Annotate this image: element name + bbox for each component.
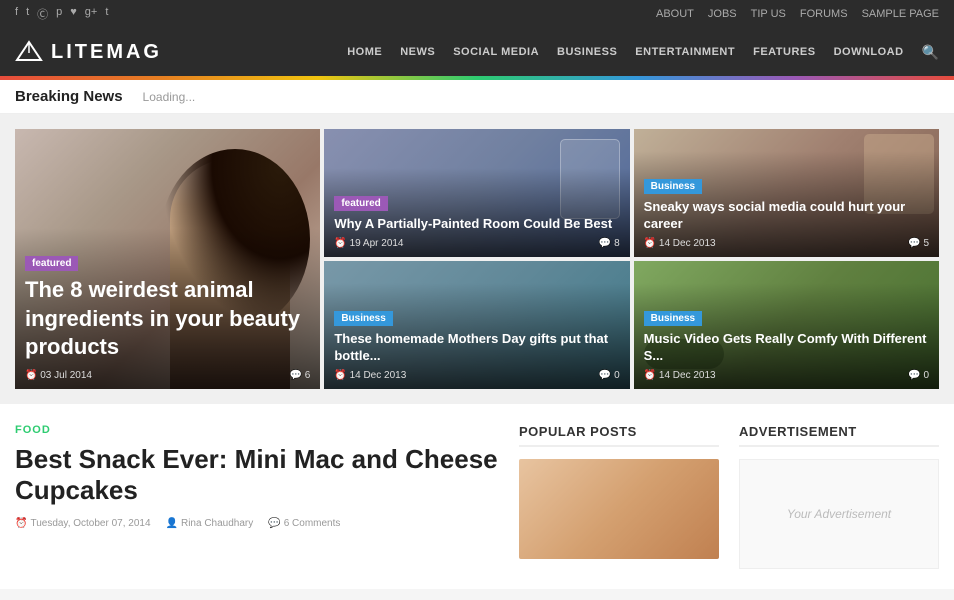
main-card-overlay: featured The 8 weirdest animal ingredien… [15,228,320,389]
card2-date: ⏰ 14 Dec 2013 [644,238,716,249]
sample-page-link[interactable]: Sample Page [862,8,939,20]
nav-business[interactable]: Business [557,46,617,58]
forums-link[interactable]: Forums [800,8,848,20]
article-meta: ⏰ Tuesday, October 07, 2014 👤 Rina Chaud… [15,518,499,529]
popular-posts-sidebar: Popular Posts [519,424,719,569]
social-links: f t Ⓒ p ♥ g+ t [15,6,108,22]
card1-overlay: featured Why A Partially-Painted Room Co… [324,168,629,257]
article-date-icon: ⏰ Tuesday, October 07, 2014 [15,518,151,529]
card2-overlay: Business Sneaky ways social media could … [634,151,939,257]
jobs-link[interactable]: Jobs [708,8,737,20]
main-card-badge: featured [25,256,78,271]
nav-home[interactable]: Home [347,46,382,58]
ad-box[interactable]: Your Advertisement [739,459,939,569]
content-section: Food Best Snack Ever: Mini Mac and Chees… [0,404,954,589]
advertisement-sidebar: Advertisement Your Advertisement [739,424,939,569]
breaking-news-ticker: Loading... [143,90,196,104]
nav-social-media[interactable]: Social Media [453,46,539,58]
search-icon[interactable]: 🔍 [922,44,939,61]
nav-entertainment[interactable]: Entertainment [635,46,735,58]
card3-meta: ⏰ 14 Dec 2013 💬 0 [334,370,619,381]
featured-card-3[interactable]: Business These homemade Mothers Day gift… [324,261,629,389]
logo-icon [15,38,43,66]
card3-badge: Business [334,311,392,326]
nav-download[interactable]: Download [834,46,904,58]
card3-title: These homemade Mothers Day gifts put tha… [334,331,619,365]
featured-card-1[interactable]: featured Why A Partially-Painted Room Co… [324,129,629,257]
header: LITEMAG Home News Social Media Business … [0,28,954,76]
facebook-link[interactable]: f [15,6,18,22]
card1-badge: featured [334,196,387,211]
popular-post-image[interactable] [519,459,719,559]
featured-section: featured The 8 weirdest animal ingredien… [0,114,954,404]
card1-title: Why A Partially-Painted Room Could Be Be… [334,216,619,233]
about-link[interactable]: About [656,8,694,20]
main-card-meta: ⏰ 03 Jul 2014 💬 6 [25,370,310,381]
advertisement-title: Advertisement [739,424,939,447]
heart-link[interactable]: ♥ [70,6,77,22]
card3-overlay: Business These homemade Mothers Day gift… [324,283,629,389]
featured-card-2[interactable]: Business Sneaky ways social media could … [634,129,939,257]
breaking-news-label: Breaking News [15,88,123,105]
tip-us-link[interactable]: Tip Us [751,8,786,20]
article-comments-icon: 💬 6 Comments [268,518,340,529]
card4-comments: 💬 0 [908,370,929,381]
article-author-icon: 👤 Rina Chaudhary [166,518,254,529]
card4-meta: ⏰ 14 Dec 2013 💬 0 [644,370,929,381]
card1-date: ⏰ 19 Apr 2014 [334,238,403,249]
main-article: Food Best Snack Ever: Mini Mac and Chees… [15,424,499,569]
main-card-date: ⏰ 03 Jul 2014 [25,370,92,381]
article-title[interactable]: Best Snack Ever: Mini Mac and Cheese Cup… [15,444,499,506]
card1-comments: 💬 8 [599,238,620,249]
featured-grid: featured The 8 weirdest animal ingredien… [15,129,939,389]
featured-card-4[interactable]: Business Music Video Gets Really Comfy W… [634,261,939,389]
top-nav: About Jobs Tip Us Forums Sample Page [656,8,939,20]
article-comments: 6 Comments [284,518,341,529]
card4-date: ⏰ 14 Dec 2013 [644,370,716,381]
article-date: Tuesday, October 07, 2014 [30,518,150,529]
nav-news[interactable]: News [400,46,435,58]
instagram-link[interactable]: Ⓒ [37,6,48,22]
card2-badge: Business [644,179,702,194]
pinterest-link[interactable]: p [56,6,62,22]
breaking-news-bar: Breaking News Loading... [0,80,954,114]
article-category: Food [15,424,499,436]
card2-title: Sneaky ways social media could hurt your… [644,199,929,233]
logo[interactable]: LITEMAG [15,38,162,66]
logo-text: LITEMAG [51,41,162,64]
article-author: Rina Chaudhary [181,518,253,529]
tumblr-link[interactable]: t [105,6,108,22]
main-nav: Home News Social Media Business Entertai… [347,44,939,61]
popular-posts-title: Popular Posts [519,424,719,447]
card3-comments: 💬 0 [599,370,620,381]
card1-meta: ⏰ 19 Apr 2014 💬 8 [334,238,619,249]
nav-features[interactable]: Features [753,46,815,58]
featured-main-card[interactable]: featured The 8 weirdest animal ingredien… [15,129,320,389]
card4-badge: Business [644,311,702,326]
main-card-comments: 💬 6 [290,370,311,381]
card3-date: ⏰ 14 Dec 2013 [334,370,406,381]
main-card-title: The 8 weirdest animal ingredients in you… [25,276,310,362]
card2-comments: 💬 5 [908,238,929,249]
top-bar: f t Ⓒ p ♥ g+ t About Jobs Tip Us Forums … [0,0,954,28]
card2-meta: ⏰ 14 Dec 2013 💬 5 [644,238,929,249]
twitter-link[interactable]: t [26,6,29,22]
card4-title: Music Video Gets Really Comfy With Diffe… [644,331,929,365]
card4-overlay: Business Music Video Gets Really Comfy W… [634,283,939,389]
ad-placeholder-text: Your Advertisement [787,507,891,521]
gplus-link[interactable]: g+ [85,6,98,22]
